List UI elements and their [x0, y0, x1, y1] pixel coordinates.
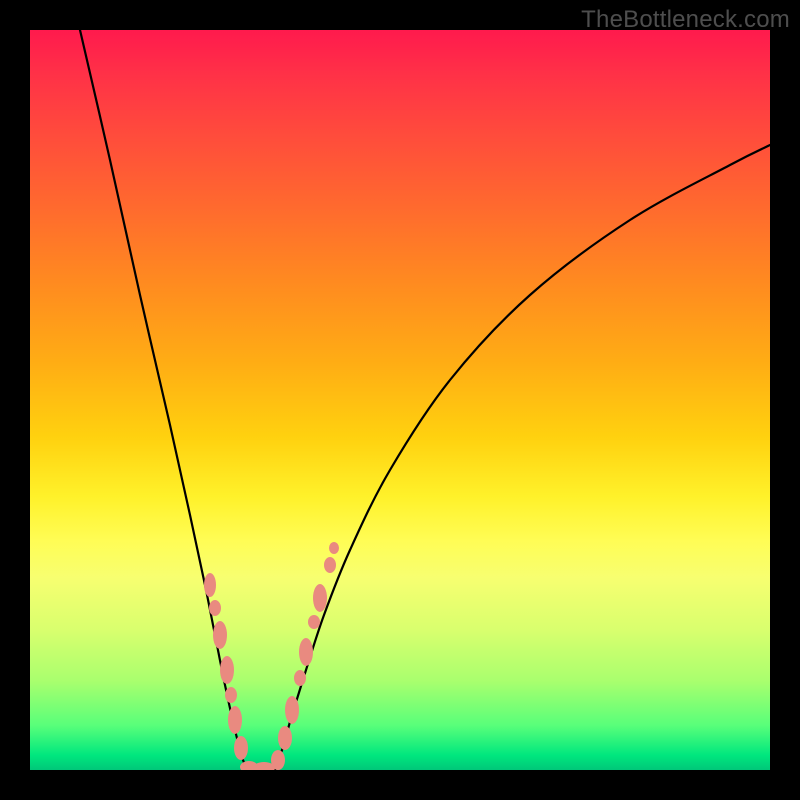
- highlight-marker: [294, 670, 306, 686]
- highlight-marker: [204, 573, 216, 597]
- highlight-marker: [324, 557, 336, 573]
- highlight-marker: [329, 542, 339, 554]
- highlight-marker: [313, 584, 327, 612]
- highlight-markers: [204, 542, 339, 770]
- highlight-marker: [299, 638, 313, 666]
- bottleneck-curve-svg: [30, 30, 770, 770]
- highlight-marker: [234, 736, 248, 760]
- highlight-marker: [220, 656, 234, 684]
- highlight-marker: [308, 615, 320, 629]
- highlight-marker: [285, 696, 299, 724]
- highlight-marker: [271, 750, 285, 770]
- highlight-marker: [225, 687, 237, 703]
- highlight-marker: [213, 621, 227, 649]
- watermark-text: TheBottleneck.com: [581, 6, 790, 34]
- highlight-marker: [228, 706, 242, 734]
- plot-area: [30, 30, 770, 770]
- highlight-marker: [278, 726, 292, 750]
- curve-right-branch: [275, 145, 770, 770]
- chart-frame: TheBottleneck.com: [0, 0, 800, 800]
- highlight-marker: [209, 600, 221, 616]
